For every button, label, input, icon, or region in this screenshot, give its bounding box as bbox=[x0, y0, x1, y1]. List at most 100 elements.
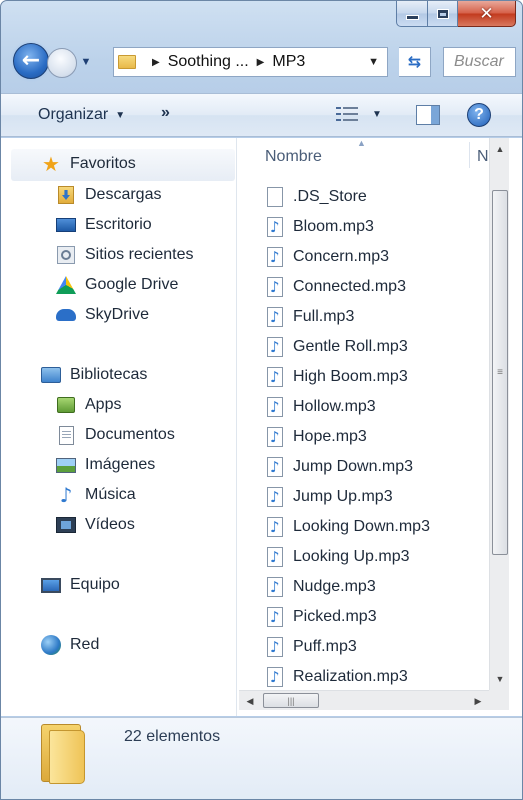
favorites-star-icon: ★ bbox=[42, 152, 60, 176]
file-row[interactable]: ♪ Connected.mp3 bbox=[267, 272, 406, 302]
sidebar-item-bibliotecas[interactable]: Bibliotecas bbox=[41, 365, 147, 385]
navigation-pane: ★ Favoritos Descargas Escritorio Sitios … bbox=[1, 138, 237, 716]
maximize-button[interactable] bbox=[428, 1, 458, 27]
sidebar-item-label: Vídeos bbox=[85, 516, 135, 533]
file-row[interactable]: ♪ Hope.mp3 bbox=[267, 422, 367, 452]
file-row[interactable]: ♪ Looking Up.mp3 bbox=[267, 542, 410, 572]
sidebar-item-skydrive[interactable]: SkyDrive bbox=[56, 305, 149, 325]
content-area: ★ Favoritos Descargas Escritorio Sitios … bbox=[1, 138, 522, 716]
file-row[interactable]: ♪ Hollow.mp3 bbox=[267, 392, 376, 422]
file-name: Hope.mp3 bbox=[293, 428, 367, 445]
sidebar-item-label: SkyDrive bbox=[85, 306, 150, 323]
column-header-name[interactable]: Nombre bbox=[265, 148, 322, 166]
file-name: Bloom.mp3 bbox=[293, 218, 374, 235]
documents-icon bbox=[56, 425, 76, 445]
minimize-button[interactable] bbox=[396, 1, 428, 27]
file-row[interactable]: ♪ Full.mp3 bbox=[267, 302, 354, 332]
sidebar-item-sitios-recientes[interactable]: Sitios recientes bbox=[56, 245, 194, 265]
breadcrumb-arrow-icon[interactable]: ▶ bbox=[152, 57, 160, 68]
audio-file-icon: ♪ bbox=[267, 547, 283, 567]
sidebar-item-label: Imágenes bbox=[85, 456, 156, 473]
file-name: Looking Down.mp3 bbox=[293, 518, 430, 535]
search-box[interactable] bbox=[443, 47, 516, 77]
explorer-window: ✕ ← ▼ ▶ Soothing ... ▶ MP3 ▼ ⇆ Organizar… bbox=[0, 0, 523, 800]
more-commands-button[interactable]: » bbox=[161, 104, 170, 122]
file-row[interactable]: ♪ High Boom.mp3 bbox=[267, 362, 408, 392]
column-divider[interactable] bbox=[469, 142, 470, 168]
audio-file-icon: ♪ bbox=[267, 247, 283, 267]
scroll-down-button[interactable]: ▼ bbox=[491, 670, 509, 688]
file-row[interactable]: ♪ Looking Down.mp3 bbox=[267, 512, 430, 542]
file-row[interactable]: ♪ Concern.mp3 bbox=[267, 242, 389, 272]
audio-file-icon: ♪ bbox=[267, 667, 283, 687]
file-row[interactable]: ♪ Jump Up.mp3 bbox=[267, 482, 393, 512]
search-input[interactable] bbox=[454, 53, 515, 71]
file-row[interactable]: .DS_Store bbox=[267, 182, 367, 212]
sidebar-item-videos[interactable]: Vídeos bbox=[56, 515, 135, 535]
file-name: Hollow.mp3 bbox=[293, 398, 376, 415]
generic-file-icon bbox=[267, 187, 283, 207]
audio-file-icon: ♪ bbox=[267, 487, 283, 507]
scrollbar-corner bbox=[489, 690, 509, 710]
file-row[interactable]: ♪ Jump Down.mp3 bbox=[267, 452, 413, 482]
refresh-button[interactable]: ⇆ bbox=[399, 47, 431, 77]
back-button[interactable]: ← bbox=[13, 43, 49, 79]
file-name: Jump Up.mp3 bbox=[293, 488, 393, 505]
breadcrumb-soothing[interactable]: Soothing ... bbox=[168, 53, 249, 71]
horizontal-scrollbar[interactable]: ◀ ||| ▶ bbox=[239, 690, 489, 710]
help-button[interactable]: ? bbox=[467, 103, 491, 127]
vertical-scrollbar[interactable]: ▲ ≡ ▼ bbox=[489, 138, 509, 690]
organize-button[interactable]: Organizar ▼ bbox=[38, 106, 125, 124]
file-name: Jump Down.mp3 bbox=[293, 458, 414, 475]
sidebar-item-favoritos[interactable]: ★ Favoritos bbox=[41, 152, 136, 176]
sidebar-item-red[interactable]: Red bbox=[41, 635, 99, 655]
address-history-dropdown[interactable]: ▼ bbox=[368, 56, 379, 68]
sidebar-item-label: Equipo bbox=[70, 576, 120, 593]
sidebar-item-documentos[interactable]: Documentos bbox=[56, 425, 175, 445]
apps-icon bbox=[56, 395, 76, 415]
file-name: Concern.mp3 bbox=[293, 248, 390, 265]
file-row[interactable]: ♪ Realization.mp3 bbox=[267, 662, 408, 690]
file-row[interactable]: ♪ Gentle Roll.mp3 bbox=[267, 332, 408, 362]
audio-file-icon: ♪ bbox=[267, 457, 283, 477]
skydrive-icon bbox=[56, 305, 76, 325]
details-view-icon bbox=[336, 106, 358, 122]
forward-button[interactable] bbox=[47, 48, 77, 78]
audio-file-icon: ♪ bbox=[267, 217, 283, 237]
address-bar[interactable]: ▶ Soothing ... ▶ MP3 ▼ bbox=[113, 47, 388, 77]
file-row[interactable]: ♪ Bloom.mp3 bbox=[267, 212, 374, 242]
file-name: Picked.mp3 bbox=[293, 608, 377, 625]
sidebar-item-label: Google Drive bbox=[85, 276, 179, 293]
sidebar-item-equipo[interactable]: Equipo bbox=[41, 575, 120, 595]
back-arrow-icon: ← bbox=[21, 47, 41, 73]
file-list: Nombre ▲ N .DS_Store ♪ Bloom.mp3 ♪ Concern.m… bbox=[239, 138, 489, 690]
scroll-right-button[interactable]: ▶ bbox=[469, 692, 487, 710]
vertical-scroll-thumb[interactable]: ≡ bbox=[492, 190, 508, 555]
file-row[interactable]: ♪ Nudge.mp3 bbox=[267, 572, 376, 602]
close-button[interactable]: ✕ bbox=[458, 1, 516, 27]
horizontal-scroll-thumb[interactable]: ||| bbox=[263, 693, 319, 708]
recent-pages-button[interactable]: ▼ bbox=[79, 52, 93, 72]
sidebar-item-escritorio[interactable]: Escritorio bbox=[56, 215, 152, 235]
file-row[interactable]: ♪ Puff.mp3 bbox=[267, 632, 357, 662]
sidebar-item-label: Apps bbox=[85, 396, 122, 413]
file-name: Nudge.mp3 bbox=[293, 578, 376, 595]
scroll-up-button[interactable]: ▲ bbox=[491, 140, 509, 158]
scroll-left-button[interactable]: ◀ bbox=[241, 692, 259, 710]
sidebar-item-label: Escritorio bbox=[85, 216, 152, 233]
sidebar-item-musica[interactable]: ♪ Música bbox=[56, 483, 136, 507]
breadcrumb-mp3[interactable]: MP3 bbox=[272, 53, 305, 71]
breadcrumb-arrow-icon[interactable]: ▶ bbox=[257, 57, 265, 68]
sidebar-item-descargas[interactable]: Descargas bbox=[56, 185, 161, 205]
sidebar-item-google-drive[interactable]: Google Drive bbox=[56, 275, 178, 295]
preview-pane-button[interactable] bbox=[416, 105, 440, 125]
column-header-truncated[interactable]: N bbox=[477, 148, 489, 166]
sidebar-item-imagenes[interactable]: Imágenes bbox=[56, 455, 155, 475]
sidebar-item-apps[interactable]: Apps bbox=[56, 395, 121, 415]
file-row[interactable]: ♪ Picked.mp3 bbox=[267, 602, 377, 632]
audio-file-icon: ♪ bbox=[267, 607, 283, 627]
change-view-button[interactable]: ▼ bbox=[336, 106, 382, 122]
maximize-icon bbox=[436, 8, 449, 19]
pictures-icon bbox=[56, 455, 76, 475]
audio-file-icon: ♪ bbox=[267, 517, 283, 537]
